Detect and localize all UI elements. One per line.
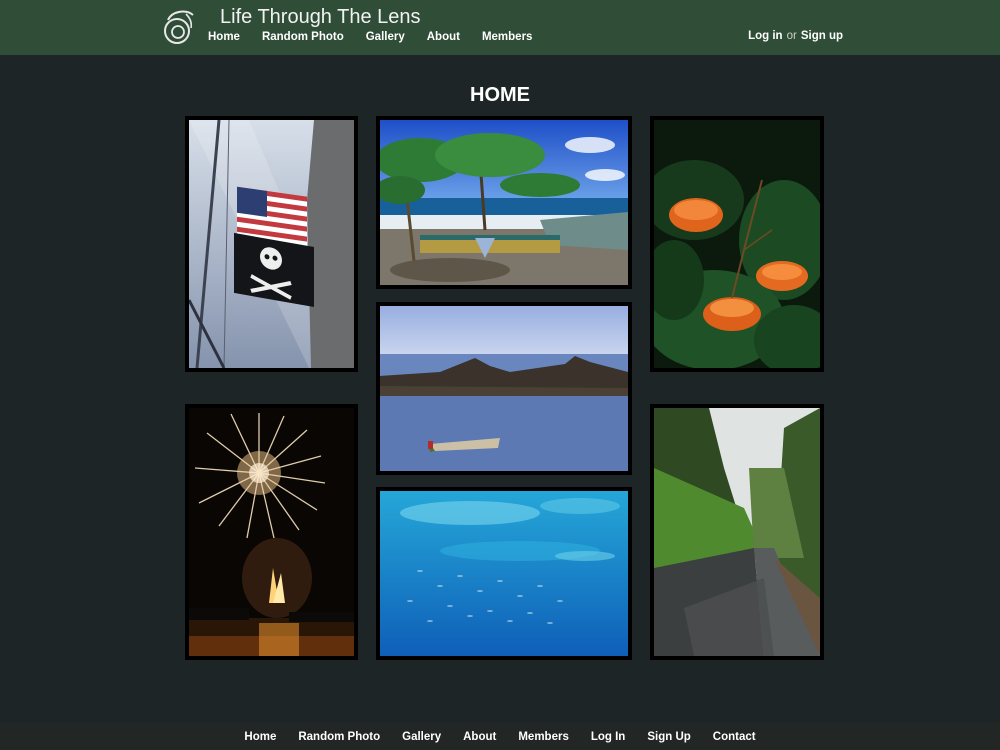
footer-home[interactable]: Home — [244, 731, 276, 743]
footer-sign-up[interactable]: Sign Up — [647, 731, 690, 743]
footer-random-photo[interactable]: Random Photo — [298, 731, 380, 743]
nav-gallery[interactable]: Gallery — [366, 31, 405, 43]
photo-sea-rowboat[interactable] — [376, 302, 632, 475]
photo-mushrooms[interactable] — [650, 116, 824, 372]
login-link[interactable]: Log in — [748, 30, 783, 42]
footer-members[interactable]: Members — [518, 731, 569, 743]
nav-home[interactable]: Home — [208, 31, 240, 43]
page-title: HOME — [470, 84, 530, 106]
site-footer: Home Random Photo Gallery About Members … — [0, 723, 1000, 750]
photo-underwater-fish[interactable] — [376, 487, 632, 660]
photo-fireworks[interactable] — [185, 404, 358, 660]
footer-log-in[interactable]: Log In — [591, 731, 626, 743]
photo-beach-boat[interactable] — [376, 116, 632, 289]
main-nav: Home Random Photo Gallery About Members — [208, 31, 532, 43]
nav-members[interactable]: Members — [482, 31, 533, 43]
site-title[interactable]: Life Through The Lens — [220, 6, 421, 29]
nav-about[interactable]: About — [427, 31, 460, 43]
site-header: Life Through The Lens Home Random Photo … — [0, 0, 1000, 55]
camera-lens-logo-icon[interactable] — [162, 6, 196, 46]
signup-link[interactable]: Sign up — [801, 30, 843, 42]
photo-flags-mast[interactable] — [185, 116, 358, 372]
footer-contact[interactable]: Contact — [713, 731, 756, 743]
nav-random-photo[interactable]: Random Photo — [262, 31, 344, 43]
photo-jungle-road[interactable] — [650, 404, 824, 660]
footer-gallery[interactable]: Gallery — [402, 731, 441, 743]
footer-about[interactable]: About — [463, 731, 496, 743]
or-separator: or — [786, 30, 797, 42]
auth-links: Log in or Sign up — [748, 30, 843, 42]
